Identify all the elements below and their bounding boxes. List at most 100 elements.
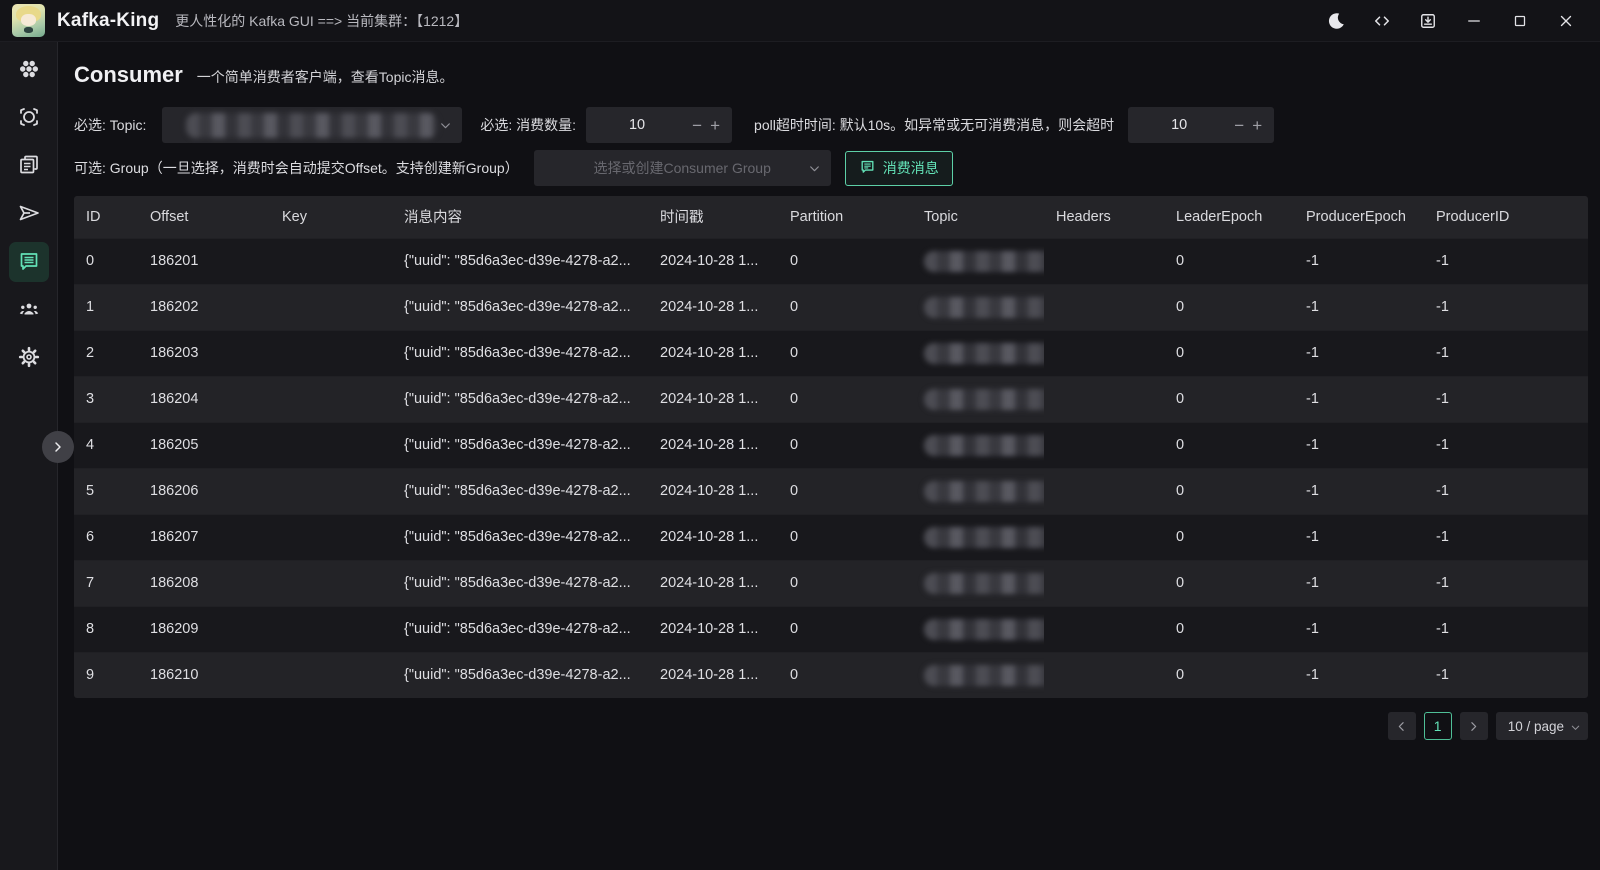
poll-timeout-label: poll超时时间: 默认10s。如异常或无可消费消息，则会超时	[754, 115, 1114, 135]
page-1-button[interactable]: 1	[1424, 712, 1452, 740]
cell-offset: 186202	[138, 284, 270, 330]
table-row[interactable]: 0 186201 {"uuid": "85d6a3ec-d39e-4278-a2…	[74, 238, 1588, 284]
close-icon[interactable]	[1548, 6, 1584, 36]
count-value: 10	[586, 117, 688, 133]
poll-increment-button[interactable]: +	[1248, 117, 1266, 134]
code-icon[interactable]	[1364, 6, 1400, 36]
cell-producer-epoch: -1	[1294, 422, 1424, 468]
cell-message: {"uuid": "85d6a3ec-d39e-4278-a2...	[392, 284, 648, 330]
consume-messages-button[interactable]: 消费消息	[845, 151, 953, 186]
cell-timestamp: 2024-10-28 1...	[648, 422, 778, 468]
cell-timestamp: 2024-10-28 1...	[648, 238, 778, 284]
titlebar: Kafka-King 更人性化的 Kafka GUI ==> 当前集群：【121…	[0, 0, 1600, 42]
cell-message: {"uuid": "85d6a3ec-d39e-4278-a2...	[392, 376, 648, 422]
consumer-options-row: 必选: Topic: 必选: 消费数量: 10 − + poll超时时间: 默认…	[74, 107, 1588, 143]
col-timestamp: 时间戳	[648, 196, 778, 238]
cell-headers	[1044, 376, 1164, 422]
next-page-button[interactable]	[1460, 712, 1488, 740]
cell-timestamp: 2024-10-28 1...	[648, 330, 778, 376]
sidebar-item-settings[interactable]	[9, 338, 49, 378]
cell-timestamp: 2024-10-28 1...	[648, 514, 778, 560]
consume-button-label: 消费消息	[883, 158, 939, 178]
copy-docs-icon	[17, 153, 41, 180]
chevron-down-icon	[808, 162, 821, 178]
poll-decrement-button[interactable]: −	[1230, 117, 1248, 134]
cell-leader-epoch: 0	[1164, 514, 1294, 560]
group-options-row: 可选: Group（一旦选择，消费时会自动提交Offset。支持创建新Group…	[74, 150, 1588, 186]
cell-partition: 0	[778, 514, 912, 560]
cell-headers	[1044, 284, 1164, 330]
count-increment-button[interactable]: +	[706, 117, 724, 134]
cell-id: 0	[74, 238, 138, 284]
cell-producer-id: -1	[1424, 468, 1588, 514]
sidebar-item-groups[interactable]	[9, 290, 49, 330]
redacted-topic-name	[924, 481, 1044, 502]
sidebar-item-monitor[interactable]	[9, 98, 49, 138]
cell-id: 1	[74, 284, 138, 330]
table-row[interactable]: 7 186208 {"uuid": "85d6a3ec-d39e-4278-a2…	[74, 560, 1588, 606]
cell-topic	[912, 514, 1044, 560]
table-row[interactable]: 4 186205 {"uuid": "85d6a3ec-d39e-4278-a2…	[74, 422, 1588, 468]
scan-icon	[17, 105, 41, 132]
cell-leader-epoch: 0	[1164, 284, 1294, 330]
cell-offset: 186206	[138, 468, 270, 514]
cell-producer-id: -1	[1424, 376, 1588, 422]
sidebar-item-cluster[interactable]	[9, 50, 49, 90]
page-title: Consumer	[74, 62, 183, 88]
sidebar-expand-toggle[interactable]	[42, 431, 74, 463]
table-row[interactable]: 3 186204 {"uuid": "85d6a3ec-d39e-4278-a2…	[74, 376, 1588, 422]
people-icon	[17, 297, 41, 324]
redacted-topic-name	[924, 389, 1044, 410]
cell-headers	[1044, 560, 1164, 606]
table-row[interactable]: 8 186209 {"uuid": "85d6a3ec-d39e-4278-a2…	[74, 606, 1588, 652]
cell-timestamp: 2024-10-28 1...	[648, 284, 778, 330]
moon-icon[interactable]	[1318, 6, 1354, 36]
cell-key	[270, 560, 392, 606]
prev-page-button[interactable]	[1388, 712, 1416, 740]
maximize-icon[interactable]	[1502, 6, 1538, 36]
redacted-topic-name	[924, 619, 1044, 640]
cell-message: {"uuid": "85d6a3ec-d39e-4278-a2...	[392, 560, 648, 606]
cell-partition: 0	[778, 422, 912, 468]
redacted-topic-name	[924, 435, 1044, 456]
table-row[interactable]: 1 186202 {"uuid": "85d6a3ec-d39e-4278-a2…	[74, 284, 1588, 330]
cell-leader-epoch: 0	[1164, 422, 1294, 468]
topic-select[interactable]	[162, 107, 462, 143]
col-producer-id: ProducerID	[1424, 196, 1588, 238]
minimize-icon[interactable]	[1456, 6, 1492, 36]
cell-producer-epoch: -1	[1294, 238, 1424, 284]
poll-timeout-input[interactable]: 10 − +	[1128, 107, 1274, 143]
table-row[interactable]: 9 186210 {"uuid": "85d6a3ec-d39e-4278-a2…	[74, 652, 1588, 698]
count-decrement-button[interactable]: −	[688, 117, 706, 134]
cell-headers	[1044, 652, 1164, 698]
cell-producer-epoch: -1	[1294, 376, 1424, 422]
table-row[interactable]: 5 186206 {"uuid": "85d6a3ec-d39e-4278-a2…	[74, 468, 1588, 514]
cell-partition: 0	[778, 652, 912, 698]
cell-producer-epoch: -1	[1294, 284, 1424, 330]
cell-id: 2	[74, 330, 138, 376]
table-row[interactable]: 6 186207 {"uuid": "85d6a3ec-d39e-4278-a2…	[74, 514, 1588, 560]
cell-id: 7	[74, 560, 138, 606]
cell-topic: ...	[912, 238, 1044, 284]
cell-message: {"uuid": "85d6a3ec-d39e-4278-a2...	[392, 468, 648, 514]
cell-producer-id: -1	[1424, 652, 1588, 698]
consumer-group-select[interactable]: 选择或创建Consumer Group	[534, 150, 831, 186]
cell-topic: ...	[912, 468, 1044, 514]
cell-id: 6	[74, 514, 138, 560]
cell-topic: .	[912, 560, 1044, 606]
install-icon[interactable]	[1410, 6, 1446, 36]
cell-topic: ...	[912, 330, 1044, 376]
cell-leader-epoch: 0	[1164, 652, 1294, 698]
sidebar-item-producer[interactable]	[9, 194, 49, 234]
cell-leader-epoch: 0	[1164, 376, 1294, 422]
cell-producer-id: -1	[1424, 284, 1588, 330]
cell-key	[270, 330, 392, 376]
sidebar-item-consumer[interactable]	[9, 242, 49, 282]
count-input[interactable]: 10 − +	[586, 107, 732, 143]
table-row[interactable]: 2 186203 {"uuid": "85d6a3ec-d39e-4278-a2…	[74, 330, 1588, 376]
page-size-select[interactable]: 10 / page	[1496, 712, 1588, 740]
chat-icon	[17, 249, 41, 276]
cell-leader-epoch: 0	[1164, 468, 1294, 514]
sidebar-item-topics[interactable]	[9, 146, 49, 186]
count-label: 必选: 消费数量:	[480, 115, 576, 135]
